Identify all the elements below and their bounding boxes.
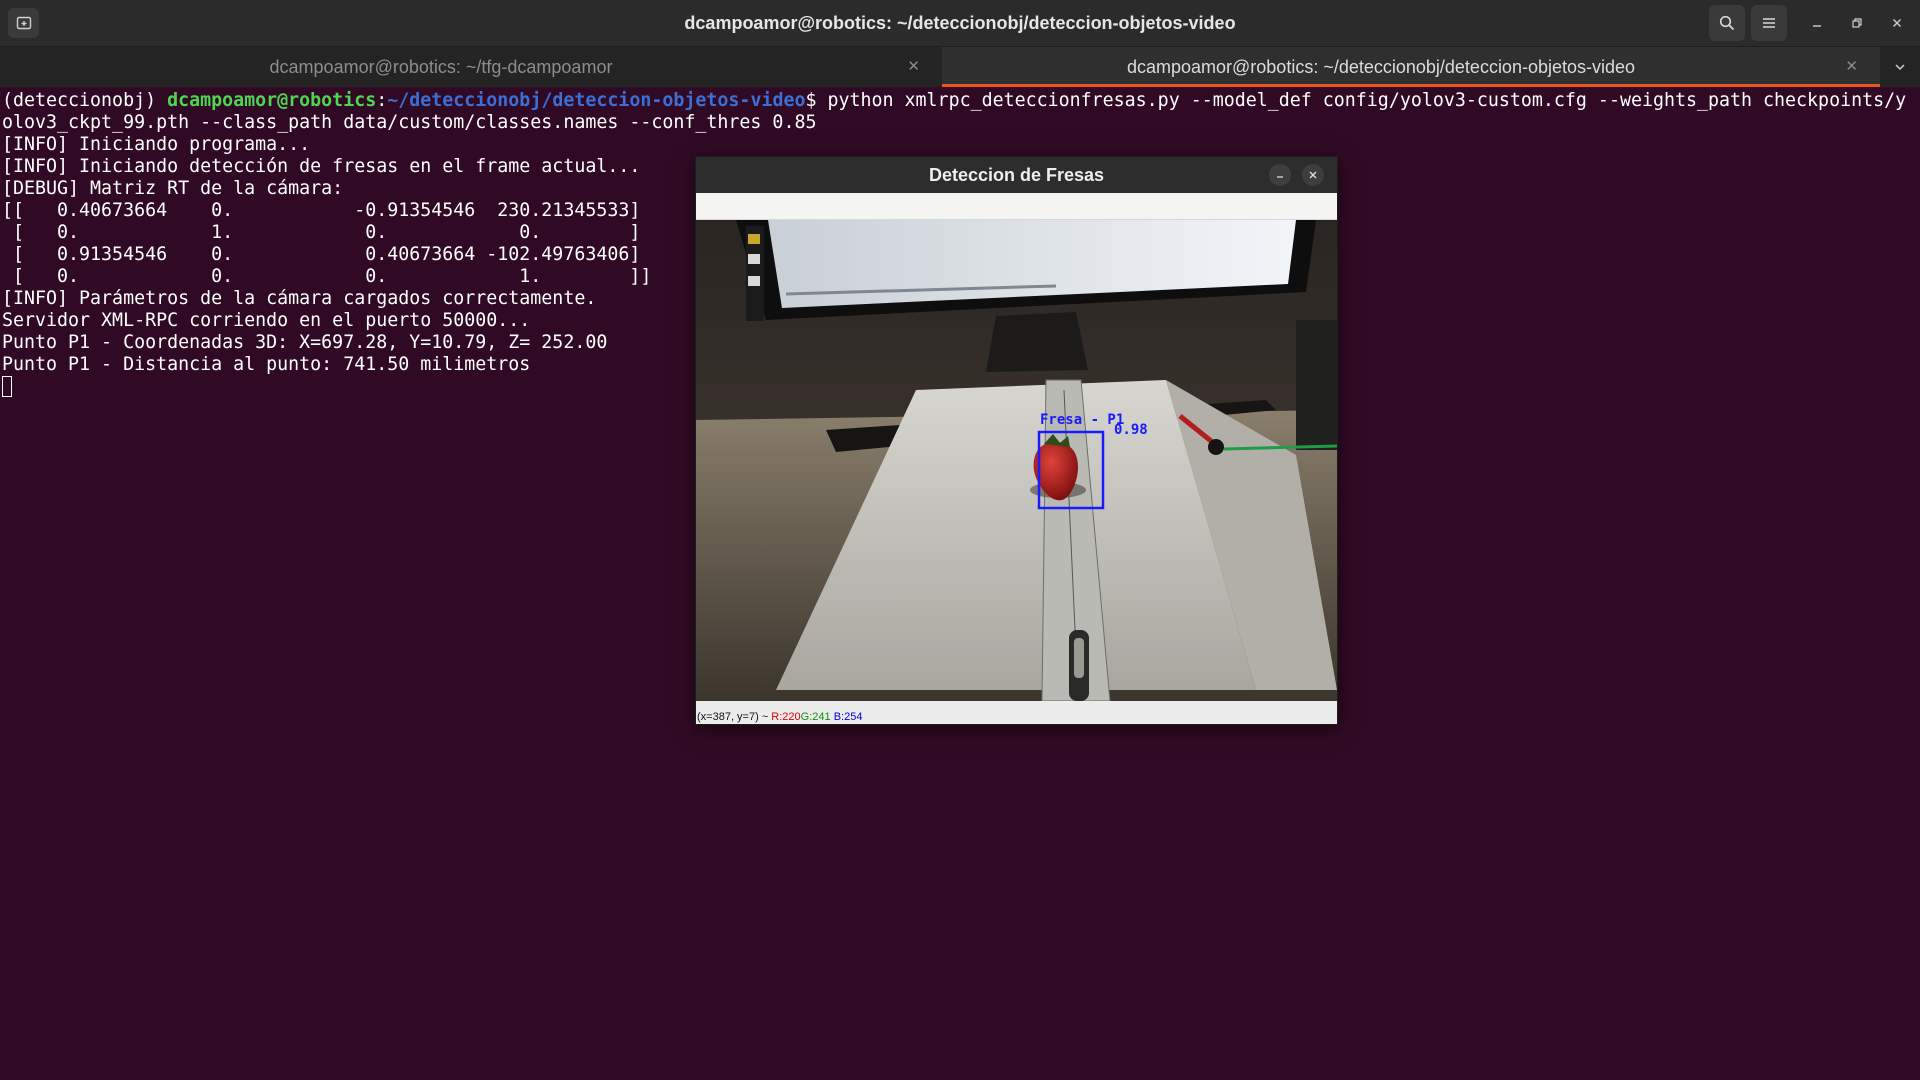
close-icon xyxy=(1309,171,1317,179)
command-line: (deteccionobj) dcampoamor@robotics:~/det… xyxy=(2,90,1906,112)
terminal-line: [INFO] Iniciando detección de fresas en … xyxy=(2,156,641,177)
pixel-coords: (x=387, y=7) ~ xyxy=(697,711,772,723)
terminal-line: olov3_ckpt_99.pth --class_path data/cust… xyxy=(2,112,817,133)
new-tab-icon xyxy=(16,16,31,30)
pixel-blue-value: B:254 xyxy=(833,711,863,723)
chevron-down-icon xyxy=(1895,64,1905,71)
detection-minimize-button[interactable] xyxy=(1269,164,1291,186)
terminal-line: Punto P1 - Distancia al punto: 741.50 mi… xyxy=(2,354,531,375)
search-button[interactable] xyxy=(1709,5,1745,41)
terminal-line: Punto P1 - Coordenadas 3D: X=697.28, Y=1… xyxy=(2,332,608,353)
header-bar: dcampoamor@robotics: ~/deteccionobj/dete… xyxy=(0,0,1920,47)
terminal-line: [ 0. 1. 0. 0. ] xyxy=(2,222,641,243)
close-window-button[interactable] xyxy=(1885,11,1909,35)
detection-label: Fresa - P1 xyxy=(1040,412,1125,428)
terminal-line: [DEBUG] Matriz RT de la cámara: xyxy=(2,178,344,199)
search-icon xyxy=(1719,15,1735,31)
prompt-env: (deteccionobj) xyxy=(2,90,168,111)
prompt-separator: : xyxy=(376,90,388,111)
tab-bar: dcampoamor@robotics: ~/tfg-dcampoamor ✕ … xyxy=(0,47,1920,87)
tab-close-icon[interactable]: ✕ xyxy=(1845,47,1858,87)
maximize-button[interactable] xyxy=(1845,11,1869,35)
terminal-line: [INFO] Parámetros de la cámara cargados … xyxy=(2,288,597,309)
detection-statusbar: (x=387, y=7) ~ R:220G:241 B:254 xyxy=(696,701,1337,724)
new-tab-button[interactable] xyxy=(8,8,39,38)
camera-frame[interactable]: Fresa - P1 0.98 xyxy=(696,220,1337,701)
detection-window-title: Deteccion de Fresas xyxy=(928,165,1105,185)
prompt-symbol: $ xyxy=(805,90,828,111)
tab-list-button[interactable] xyxy=(1880,47,1920,87)
detection-confidence: 0.98 xyxy=(1114,422,1148,438)
pixel-red-value: R:220 xyxy=(771,711,801,723)
command-text: python xmlrpc_deteccionfresas.py --model… xyxy=(827,90,1907,111)
minimize-icon xyxy=(1813,25,1821,27)
detection-toolbar xyxy=(696,193,1337,220)
detection-close-button[interactable] xyxy=(1302,164,1324,186)
pixel-readout: (x=387, y=7) ~ R:220G:241 B:254 xyxy=(697,711,862,723)
camera-scene xyxy=(696,220,1337,701)
hamburger-menu-icon xyxy=(1763,18,1775,28)
terminal-line: [ 0.91354546 0. 0.40673664 -102.49763406… xyxy=(2,244,641,265)
detection-window-titlebar[interactable]: Deteccion de Fresas xyxy=(696,157,1337,193)
terminal-line: Servidor XML-RPC corriendo en el puerto … xyxy=(2,310,531,331)
prompt-path: ~/deteccionobj/deteccion-objetos-video xyxy=(387,90,806,111)
active-tab-indicator xyxy=(942,84,1880,87)
pixel-green-value: G:241 xyxy=(800,711,831,723)
terminal-cursor xyxy=(2,376,12,397)
tab-tfg-dcampoamor[interactable]: dcampoamor@robotics: ~/tfg-dcampoamor ✕ xyxy=(0,47,942,87)
tab-close-icon[interactable]: ✕ xyxy=(907,47,920,87)
tab-label: dcampoamor@robotics: ~/tfg-dcampoamor xyxy=(269,57,613,77)
terminal-line: [ 0. 0. 0. 1. ]] xyxy=(2,266,652,287)
close-icon xyxy=(1893,19,1901,27)
terminal-line: [INFO] Iniciando programa... xyxy=(2,134,311,155)
detection-window[interactable]: Deteccion de Fresas Fresa - P1 0.98 (x=3… xyxy=(695,156,1338,725)
menu-button[interactable] xyxy=(1751,5,1787,41)
minimize-button[interactable] xyxy=(1805,11,1829,35)
minimize-icon xyxy=(1277,176,1283,178)
restore-icon xyxy=(1852,18,1862,28)
tab-deteccion-objetos-video[interactable]: dcampoamor@robotics: ~/deteccionobj/dete… xyxy=(942,47,1880,87)
terminal-line: [[ 0.40673664 0. -0.91354546 230.2134553… xyxy=(2,200,641,221)
tab-label: dcampoamor@robotics: ~/deteccionobj/dete… xyxy=(1126,57,1636,77)
prompt-user: dcampoamor@robotics xyxy=(167,90,377,111)
window-title: dcampoamor@robotics: ~/deteccionobj/dete… xyxy=(684,13,1236,33)
